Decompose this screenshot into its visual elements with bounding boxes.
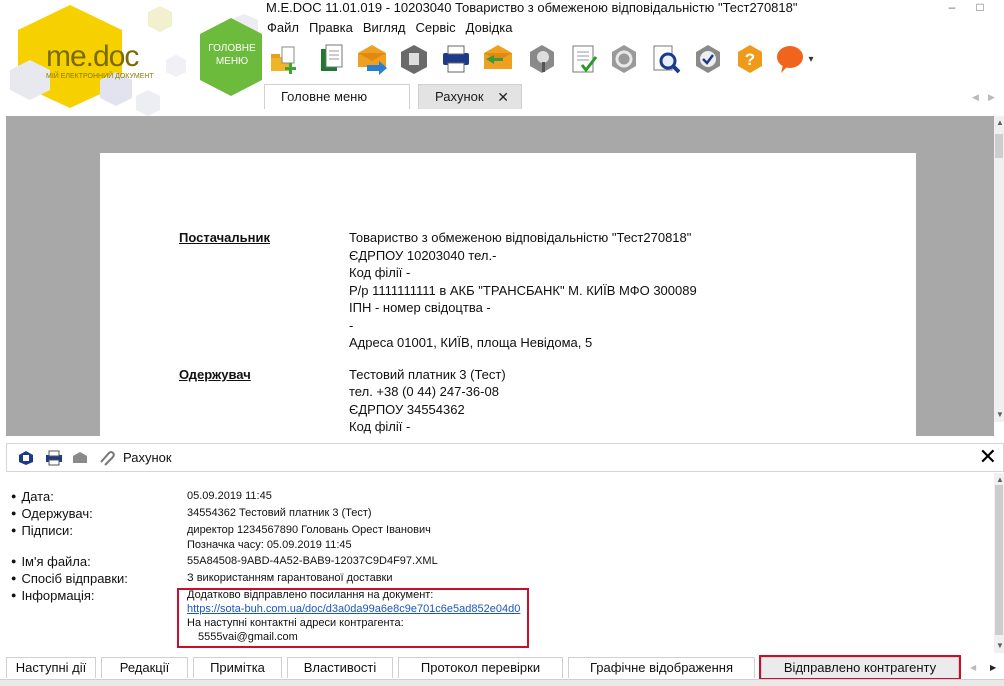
- timestamp-value: Позначка часу: 05.09.2019 11:45: [187, 539, 352, 551]
- archive-icon[interactable]: [71, 450, 89, 466]
- recipient-line: тел. +38 (0 44) 247-36-08: [349, 384, 499, 399]
- signatures-value: директор 1234567890 Головань Орест Івано…: [187, 524, 431, 536]
- scroll-up-icon[interactable]: ▲: [996, 475, 1004, 484]
- send-document-icon[interactable]: [354, 40, 390, 78]
- tab-invoice[interactable]: Рахунок ✕: [418, 84, 522, 109]
- tab-validation-log[interactable]: Протокол перевірки: [398, 657, 563, 678]
- title-bar: M.E.DOC 11.01.019 - 10203040 Товариство …: [262, 0, 1004, 18]
- info-row-date: ● Дата:: [11, 489, 54, 504]
- info-row-information: ● Інформація:: [11, 588, 95, 603]
- filename-label: Ім'я файла:: [21, 554, 91, 569]
- card-icon[interactable]: [17, 450, 35, 466]
- recipient-label: Одержувач: [179, 367, 251, 382]
- tabs-scroll-right-icon[interactable]: ▶: [988, 92, 995, 103]
- menu-service[interactable]: Сервіс: [411, 18, 461, 38]
- tab-sent-to-counterparty[interactable]: Відправлено контрагенту: [761, 657, 959, 678]
- document-page: Постачальник Товариство з обмеженою відп…: [100, 153, 916, 436]
- create-document-icon[interactable]: [266, 40, 302, 78]
- svg-text:?: ?: [745, 50, 755, 69]
- document-tabs: Головне меню Рахунок ✕ ◀ ▶: [262, 84, 1004, 110]
- date-value: 05.09.2019 11:45: [187, 490, 272, 502]
- recipient-line: Код філії -: [349, 419, 411, 434]
- supplier-line: Товариство з обмеженою відповідальністю …: [349, 230, 692, 245]
- recipient-line: Тестовий платник 3 (Тест): [349, 367, 506, 382]
- info-row-method: ● Спосіб відправки:: [11, 571, 128, 586]
- menu-file[interactable]: Файл: [262, 18, 304, 38]
- document-info-panel: Рахунок ✕ ● Дата: 05.09.2019 11:45 ● Одерж…: [0, 437, 1004, 686]
- logo-subtitle: МІЙ ЕЛЕКТРОННИЙ ДОКУМЕНТ: [46, 73, 154, 80]
- window-title: M.E.DOC 11.01.019 - 10203040 Товариство …: [266, 0, 798, 15]
- close-tab-icon[interactable]: ✕: [497, 85, 509, 109]
- info-panel-title: Рахунок: [123, 450, 172, 465]
- toolbar-more-arrow[interactable]: ▾: [804, 40, 818, 78]
- close-info-panel-icon[interactable]: ✕: [979, 445, 997, 469]
- scroll-down-icon[interactable]: ▼: [996, 641, 1004, 650]
- info-row-signatures: ● Підписи:: [11, 523, 73, 538]
- attachment-icon[interactable]: [97, 450, 115, 466]
- scrollbar-thumb[interactable]: [995, 485, 1003, 635]
- verify-icon[interactable]: [690, 40, 726, 78]
- send-method-value: З використанням гарантованої доставки: [187, 572, 393, 584]
- bottom-tabs: Наступні дії Редакції Примітка Властивос…: [0, 655, 1004, 680]
- refresh-icon[interactable]: [606, 40, 642, 78]
- scroll-down-icon[interactable]: ▼: [996, 410, 1004, 419]
- information-label: Інформація:: [21, 588, 95, 603]
- recipient-value: 34554362 Тестовий платник 3 (Тест): [187, 507, 372, 519]
- tab-graphic-view[interactable]: Графічне відображення: [568, 657, 755, 678]
- tab-main-menu[interactable]: Головне меню: [264, 84, 410, 109]
- filename-value: 55A84508-9ABD-4A52-BAB9-12037C9D4F97.XML: [187, 555, 438, 567]
- print-icon[interactable]: [438, 40, 474, 78]
- tabs-scroll-right-icon[interactable]: ▶: [990, 663, 996, 672]
- menu-bar: Файл Правка Вигляд Сервіс Довідка: [262, 18, 517, 38]
- app-window: me.doc МІЙ ЕЛЕКТРОННИЙ ДОКУМЕНТ ГОЛОВНЕ …: [0, 0, 1004, 686]
- scroll-up-icon[interactable]: ▲: [996, 118, 1004, 127]
- supplier-line: ІПН - номер свідоцтва -: [349, 300, 491, 315]
- logo-area: me.doc МІЙ ЕЛЕКТРОННИЙ ДОКУМЕНТ ГОЛОВНЕ …: [0, 0, 262, 116]
- tab-invoice-label: Рахунок: [435, 89, 484, 104]
- supplier-line: Адреса 01001, КИЇВ, площа Невідома, 5: [349, 335, 593, 350]
- tabs-scroll-left-icon[interactable]: ◀: [970, 663, 976, 672]
- maximize-button[interactable]: □: [970, 0, 990, 16]
- search-document-icon[interactable]: [648, 40, 684, 78]
- tabs-scroll-left-icon[interactable]: ◀: [972, 92, 979, 103]
- recipient-field-label: Одержувач:: [21, 506, 93, 521]
- supplier-line: Р/р 1111111111 в АКБ "ТРАНСБАНК" М. КИЇВ…: [349, 283, 697, 298]
- menu-edit[interactable]: Правка: [304, 18, 358, 38]
- date-label: Дата:: [21, 489, 54, 504]
- send-method-label: Спосіб відправки:: [21, 571, 128, 586]
- help-icon[interactable]: ?: [732, 40, 768, 78]
- logo-text: me.doc: [46, 40, 139, 73]
- checklist-icon[interactable]: [566, 40, 602, 78]
- document-scrollbar[interactable]: ▲ ▼: [994, 116, 1004, 422]
- supplier-label: Постачальник: [179, 230, 270, 245]
- info-scrollbar[interactable]: ▲ ▼: [994, 473, 1004, 653]
- tab-note[interactable]: Примітка: [193, 657, 282, 678]
- archive-document-icon[interactable]: [396, 40, 432, 78]
- signature-icon[interactable]: [524, 40, 560, 78]
- chat-icon[interactable]: [772, 40, 808, 78]
- status-bar: [0, 679, 1004, 686]
- signatures-label: Підписи:: [21, 523, 73, 538]
- recipient-line: ЄДРПОУ 34554362: [349, 402, 465, 417]
- home-menu-button[interactable]: ГОЛОВНЕ МЕНЮ: [203, 42, 261, 68]
- tab-properties[interactable]: Властивості: [287, 657, 393, 678]
- tab-main-menu-label: Головне меню: [281, 89, 368, 104]
- info-row-recipient: ● Одержувач:: [11, 506, 93, 521]
- tab-next-actions[interactable]: Наступні дії: [6, 657, 96, 678]
- menu-view[interactable]: Вигляд: [358, 18, 411, 38]
- document-viewer[interactable]: Постачальник Товариство з обмеженою відп…: [6, 116, 994, 436]
- info-row-filename: ● Ім'я файла:: [11, 554, 91, 569]
- scrollbar-thumb[interactable]: [995, 134, 1003, 158]
- highlight-box: [177, 588, 529, 648]
- tab-revisions[interactable]: Редакції: [101, 657, 188, 678]
- receive-document-icon[interactable]: [480, 40, 516, 78]
- supplier-line: Код філії -: [349, 265, 411, 280]
- print-icon[interactable]: [45, 450, 63, 466]
- copy-document-icon[interactable]: [314, 40, 350, 78]
- minimize-button[interactable]: –: [942, 0, 962, 16]
- menu-help[interactable]: Довідка: [461, 18, 518, 38]
- info-panel-header: Рахунок ✕: [6, 443, 1004, 472]
- supplier-line: -: [349, 318, 354, 333]
- supplier-line: ЄДРПОУ 10203040 тел.-: [349, 248, 497, 263]
